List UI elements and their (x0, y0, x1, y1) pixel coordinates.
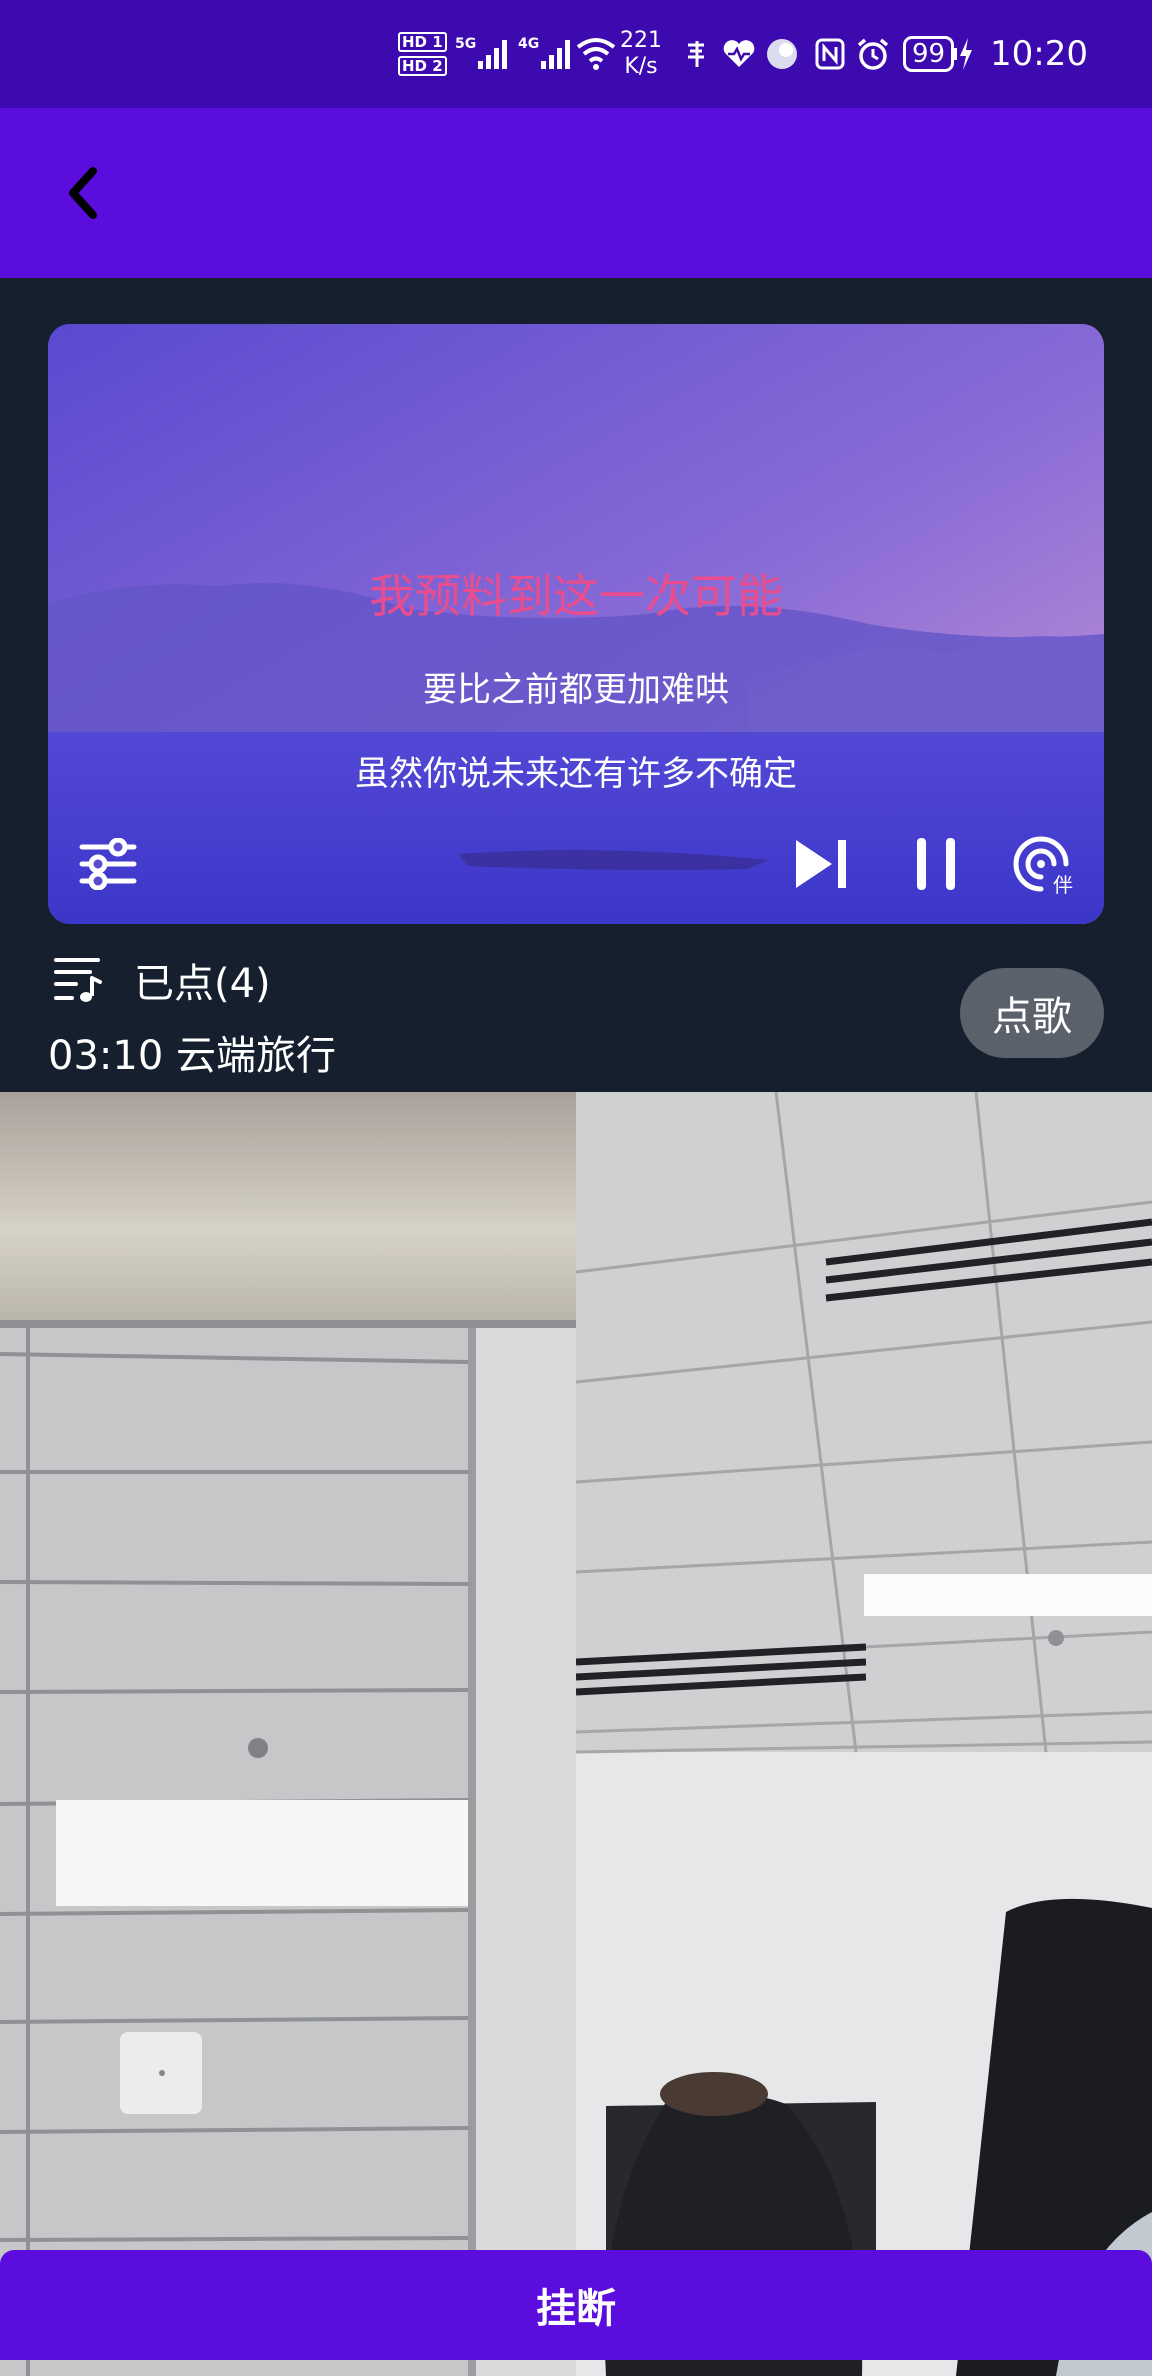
sim-5g-icon: 5G (455, 0, 510, 108)
now-playing-info: 03:10 云端旅行 (48, 1033, 336, 1079)
remote-video-feed (576, 1092, 1152, 2376)
audio-settings-button[interactable] (68, 824, 148, 904)
health-icon (722, 0, 756, 108)
assistant-icon (764, 0, 800, 108)
camera-view-office (576, 1092, 1152, 2376)
pause-icon (917, 838, 955, 890)
hotspot-icon (684, 0, 710, 108)
sim-4g-icon: 4G (518, 0, 573, 108)
signal2-label: 4G (518, 36, 540, 52)
request-song-button[interactable]: 点歌 (960, 968, 1104, 1058)
accompaniment-badge: 伴 (1053, 873, 1073, 894)
lyric-next-line: 要比之前都更加难哄 (423, 670, 729, 710)
settings-sliders-icon (79, 838, 137, 890)
playlist-music-icon (54, 958, 102, 1002)
chevron-left-icon (69, 167, 97, 219)
lyric-current-line: 我预料到这一次可能 (369, 569, 783, 623)
back-button[interactable] (48, 148, 118, 238)
alarm-icon (856, 0, 890, 108)
skip-next-icon (796, 840, 846, 888)
battery-level: 99 (903, 36, 955, 72)
lyric-following-line: 虽然你说未来还有许多不确定 (355, 754, 797, 794)
status-bar: HD 1 HD 2 5G 4G 221 K/s 99 10:20 (0, 0, 1152, 108)
wifi-icon (576, 0, 616, 108)
local-video-feed (0, 1092, 576, 2376)
hd1-badge: HD 1 (398, 32, 447, 52)
app-header (0, 108, 1152, 278)
network-speed: 221 K/s (620, 0, 662, 108)
pause-button[interactable] (896, 824, 976, 904)
speed-unit: K/s (624, 54, 658, 79)
clock: 10:20 (990, 34, 1088, 74)
speed-value: 221 (620, 28, 662, 53)
battery-icon: 99 (903, 0, 974, 108)
skip-next-button[interactable] (782, 824, 862, 904)
accompaniment-icon: 伴 (1013, 836, 1073, 894)
hd2-badge: HD 2 (398, 56, 447, 76)
signal1-label: 5G (455, 36, 477, 52)
hang-up-button[interactable]: 挂断 (0, 2250, 1152, 2360)
charging-icon (954, 38, 973, 70)
accompaniment-toggle[interactable]: 伴 (1003, 824, 1083, 904)
queued-songs-button[interactable]: 已点(4) (52, 944, 271, 1016)
hd-voice-indicator: HD 1 HD 2 (398, 0, 447, 108)
nfc-icon (815, 0, 845, 108)
camera-view-ceiling (0, 1092, 576, 2376)
karaoke-video-player[interactable]: 我预料到这一次可能 要比之前都更加难哄 虽然你说未来还有许多不确定 伴 (48, 324, 1104, 924)
queued-count-label: 已点(4) (134, 961, 271, 1007)
